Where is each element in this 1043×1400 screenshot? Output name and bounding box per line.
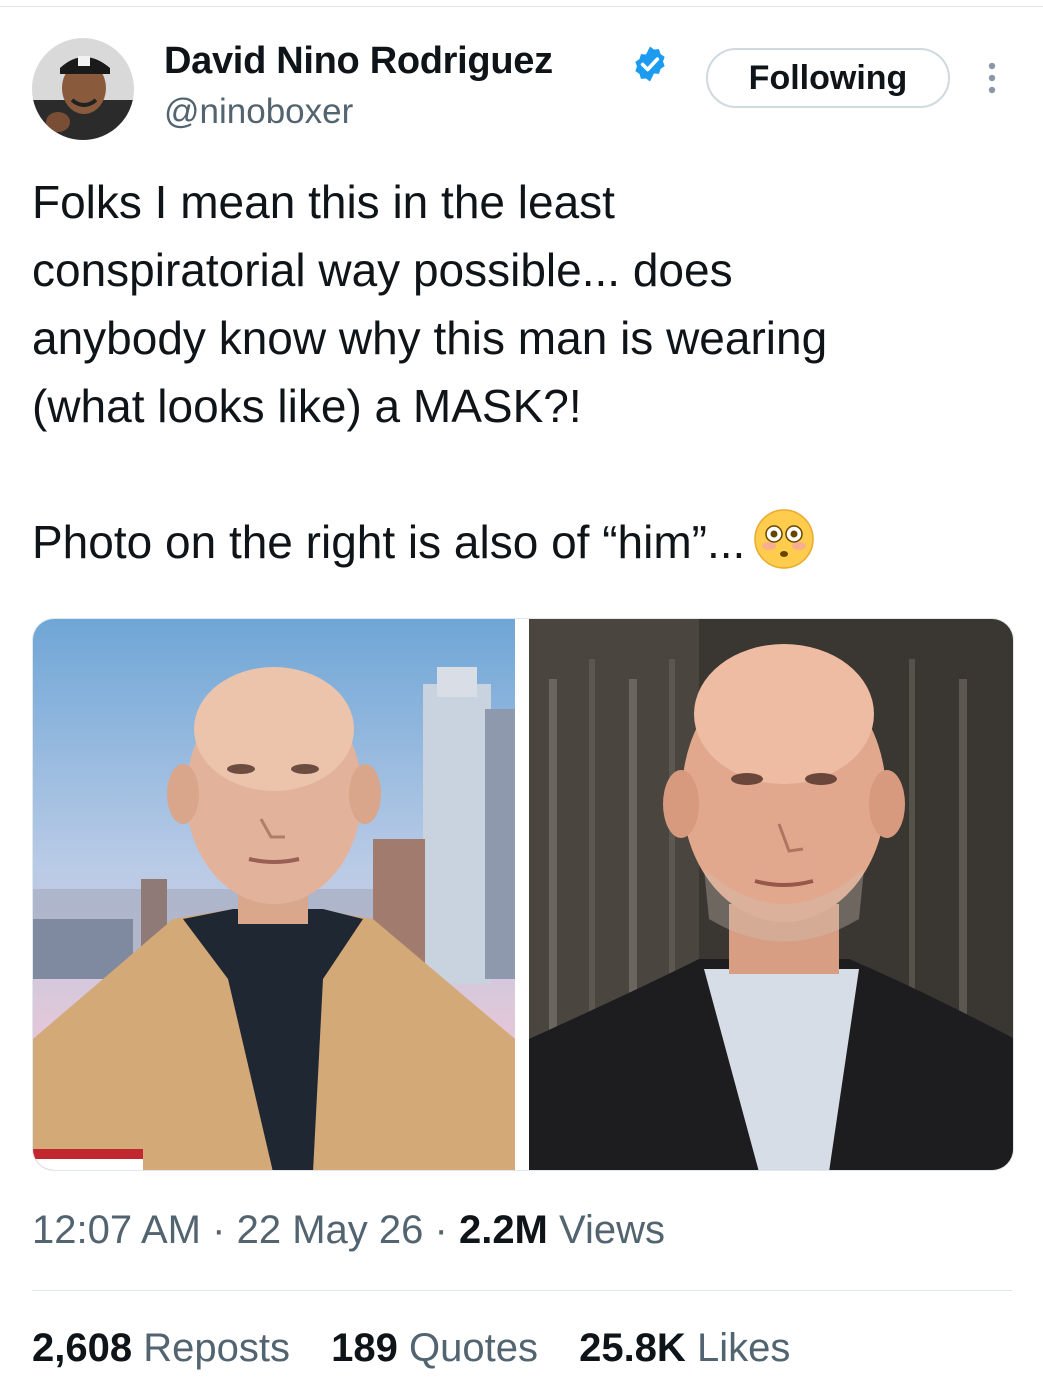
reposts-label: Reposts: [143, 1326, 290, 1370]
engagement-stats: 2,608 Reposts 189 Quotes 25.8K Likes: [32, 1326, 820, 1371]
likes-label: Likes: [696, 1326, 791, 1370]
top-divider: [0, 6, 1043, 7]
tweet-time[interactable]: 12:07 AM: [32, 1208, 201, 1252]
tweet-header: David Nino Rodriguez @ninoboxer Followin…: [0, 30, 1043, 150]
verified-badge-icon: [630, 44, 670, 84]
quotes-count: 189: [331, 1326, 398, 1370]
tweet-text-line: (what looks like) a MASK?!: [32, 380, 582, 432]
tweet-text-line: conspiratorial way possible... does: [32, 244, 733, 296]
tweet-text-line: anybody know why this man is wearing: [32, 312, 828, 364]
media-photo-right[interactable]: [529, 619, 1013, 1170]
quotes-stat[interactable]: 189 Quotes: [331, 1326, 538, 1370]
likes-count: 25.8K: [579, 1326, 686, 1370]
meta-separator: ·: [212, 1208, 226, 1252]
quotes-label: Quotes: [408, 1326, 538, 1370]
tweet-text-line-emoji: Photo on the right is also of “him”...: [32, 508, 1012, 576]
likes-stat[interactable]: 25.8K Likes: [579, 1326, 790, 1370]
following-button[interactable]: Following: [706, 48, 950, 108]
tweet-text-second-paragraph: Photo on the right is also of “him”...: [32, 516, 746, 568]
tweet-date[interactable]: 22 May 26: [237, 1208, 424, 1252]
tweet-text: Folks I mean this in the least conspirat…: [32, 168, 1012, 576]
avatar[interactable]: [32, 38, 134, 140]
more-vertical-icon[interactable]: [982, 58, 1002, 98]
reposts-count: 2,608: [32, 1326, 133, 1370]
views-label: Views: [559, 1208, 665, 1252]
meta-separator: ·: [434, 1208, 448, 1252]
author-handle[interactable]: @ninoboxer: [164, 92, 353, 132]
media-photo-left[interactable]: [33, 619, 515, 1170]
tweet-media[interactable]: [32, 618, 1014, 1171]
author-name[interactable]: David Nino Rodriguez: [164, 40, 553, 83]
tweet-meta: 12:07 AM · 22 May 26 · 2.2M Views: [32, 1208, 665, 1253]
stats-divider: [32, 1290, 1012, 1291]
views-count: 2.2M: [458, 1208, 548, 1252]
media-divider: [515, 619, 529, 1170]
tweet-text-line: Folks I mean this in the least: [32, 176, 615, 228]
flushed-face-emoji: [753, 508, 815, 570]
reposts-stat[interactable]: 2,608 Reposts: [32, 1326, 290, 1370]
